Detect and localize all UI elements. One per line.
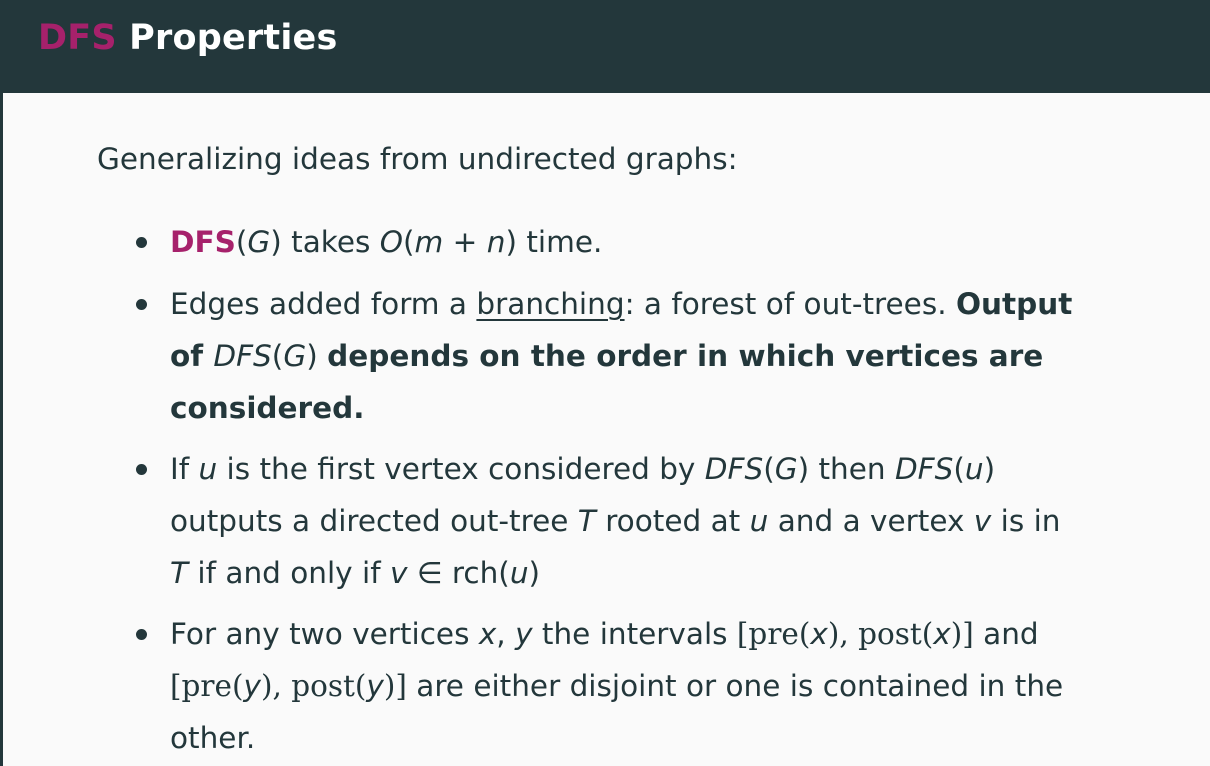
text-run: If: [170, 452, 199, 486]
text-run: )]: [950, 617, 974, 651]
text-run: ), post(: [260, 669, 367, 703]
bullet-item: For any two vertices x, y the intervals …: [136, 608, 1130, 764]
text-run: if and only if: [188, 556, 390, 590]
text-run: u: [749, 504, 769, 538]
text-run: +: [443, 225, 487, 259]
text-run: and: [973, 617, 1039, 651]
slide-title: DFS Properties: [38, 18, 337, 58]
text-run: G: [247, 225, 271, 259]
text-run: outputs a directed out-tree: [170, 504, 578, 538]
text-run: O: [379, 225, 403, 259]
text-run: G: [283, 339, 307, 373]
bullet-dot: [136, 629, 147, 640]
bullet-line: considered.: [170, 382, 1130, 434]
bullet-line: [pre(y), post(y)] are either disjoint or…: [170, 660, 1130, 712]
text-run: u: [198, 452, 218, 486]
bullet-line: T if and only if v ∈ rch(u): [170, 547, 1130, 599]
bullet-dot: [136, 299, 147, 310]
text-run: y: [243, 669, 261, 703]
text-run: ): [306, 339, 328, 373]
text-run: other.: [170, 721, 256, 755]
text-run: (: [402, 225, 415, 259]
text-run: v: [389, 556, 408, 590]
text-run: u: [509, 556, 529, 590]
bullet-dot: [136, 237, 147, 248]
text-run: y: [366, 669, 384, 703]
text-run: DFS: [170, 225, 236, 259]
bullet-dot: [136, 464, 147, 475]
text-run: of: [170, 339, 214, 373]
text-run: (: [235, 225, 248, 259]
bullet-line: of DFS(G) depends on the order in which …: [170, 330, 1130, 382]
bullet-line: other.: [170, 712, 1130, 764]
text-run: )]: [383, 669, 407, 703]
title-accent: DFS: [38, 18, 117, 58]
intro-text: Generalizing ideas from undirected graph…: [97, 142, 738, 176]
slide-body: Generalizing ideas from undirected graph…: [0, 93, 1210, 766]
text-run: ,: [496, 617, 516, 651]
text-run: m: [414, 225, 444, 259]
slide: DFS Properties Generalizing ideas from u…: [0, 0, 1210, 766]
bullet-line: outputs a directed out-tree T rooted at …: [170, 495, 1130, 547]
text-run: ) then: [797, 452, 895, 486]
title-rest: Properties: [129, 18, 338, 58]
text-run: x: [933, 617, 951, 651]
text-run: y: [515, 617, 533, 651]
bullet-line: For any two vertices x, y the intervals …: [170, 608, 1130, 660]
text-run: DFS: [704, 452, 764, 486]
text-run: : a forest of out-trees.: [624, 287, 956, 321]
text-run: ) time.: [505, 225, 603, 259]
text-run: is the first vertex considered by: [217, 452, 705, 486]
text-run: ) takes: [270, 225, 380, 259]
text-run: (: [763, 452, 775, 486]
bullet-item: Edges added form a branching: a forest o…: [136, 278, 1130, 434]
text-run: are either disjoint or one is contained …: [406, 669, 1064, 703]
text-run: [pre(: [736, 617, 811, 651]
text-run: u: [964, 452, 984, 486]
text-run: n: [486, 225, 506, 259]
text-run: ): [983, 452, 996, 486]
text-run: ): [528, 556, 541, 590]
text-run: branching: [476, 287, 625, 321]
text-run: (: [271, 339, 284, 373]
text-run: considered.: [170, 391, 365, 425]
text-run: Edges added form a: [170, 287, 477, 321]
text-run: x: [810, 617, 828, 651]
bullet-item: DFS(G) takes O(m + n) time.: [136, 216, 1130, 268]
bullet-line: If u is the first vertex considered by D…: [170, 443, 1130, 495]
text-run: ∈ rch(: [407, 556, 510, 590]
text-run: For any two vertices: [170, 617, 479, 651]
text-run: the intervals: [532, 617, 737, 651]
text-run: rooted at: [595, 504, 750, 538]
text-run: is in: [991, 504, 1061, 538]
bullet-line: DFS(G) takes O(m + n) time.: [170, 216, 1130, 268]
text-run: T: [577, 504, 596, 538]
slide-header: DFS Properties: [0, 0, 1210, 93]
text-run: Output: [955, 287, 1073, 321]
text-run: and a vertex: [768, 504, 974, 538]
text-run: DFS: [213, 339, 272, 373]
text-run: DFS: [894, 452, 954, 486]
text-run: G: [774, 452, 798, 486]
bullet-item: If u is the first vertex considered by D…: [136, 443, 1130, 599]
bullet-line: Edges added form a branching: a forest o…: [170, 278, 1130, 330]
text-run: ), post(: [827, 617, 934, 651]
text-run: x: [478, 617, 497, 651]
text-run: depends on the order in which vertices a…: [327, 339, 1044, 373]
text-run: T: [170, 556, 189, 590]
text-run: [pre(: [170, 669, 244, 703]
text-run: v: [973, 504, 992, 538]
text-run: (: [953, 452, 965, 486]
